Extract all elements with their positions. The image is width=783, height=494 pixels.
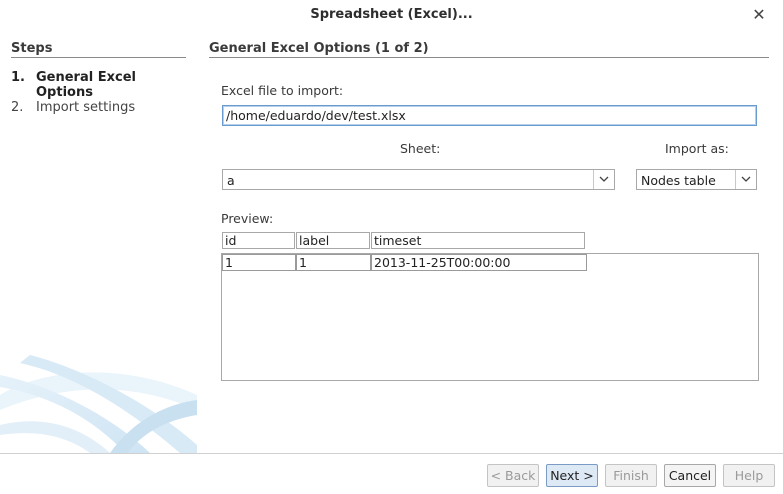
step-label: General Excel Options xyxy=(36,70,136,100)
step-number: 2. xyxy=(11,100,24,115)
preview-label: Preview: xyxy=(221,211,274,226)
table-cell: 1 xyxy=(296,254,371,271)
chevron-down-icon[interactable] xyxy=(593,170,614,189)
step-general-excel-options: 1. General Excel Options xyxy=(11,70,186,100)
sheet-select[interactable]: a xyxy=(222,169,615,190)
help-button[interactable]: Help xyxy=(723,464,775,487)
next-button[interactable]: Next > xyxy=(546,464,598,487)
chevron-down-icon[interactable] xyxy=(735,170,756,189)
panel-title: General Excel Options (1 of 2) xyxy=(209,41,769,58)
table-cell: 2013-11-25T00:00:00 xyxy=(371,254,587,271)
import-as-select[interactable]: Nodes table xyxy=(636,169,757,190)
step-label: Import settings xyxy=(36,100,136,115)
excel-file-input[interactable] xyxy=(222,105,757,126)
preview-table[interactable]: 1 1 2013-11-25T00:00:00 xyxy=(221,253,759,381)
decorative-swoosh-graphic xyxy=(0,355,197,453)
close-icon[interactable]: ✕ xyxy=(750,6,768,24)
sheet-select-value: a xyxy=(227,173,235,188)
title-bar: Spreadsheet (Excel)... ✕ xyxy=(0,0,783,30)
import-as-select-value: Nodes table xyxy=(641,173,716,188)
column-header-timeset[interactable]: timeset xyxy=(371,232,585,249)
steps-panel: Steps 1. General Excel Options 2. Import… xyxy=(11,41,186,115)
step-number: 1. xyxy=(11,70,25,85)
steps-title: Steps xyxy=(11,41,186,58)
column-header-id[interactable]: id xyxy=(222,232,295,249)
import-as-label: Import as: xyxy=(665,141,729,156)
window-title: Spreadsheet (Excel)... xyxy=(310,7,473,22)
cancel-button[interactable]: Cancel xyxy=(664,464,716,487)
finish-button[interactable]: Finish xyxy=(605,464,657,487)
sheet-label: Sheet: xyxy=(400,141,441,156)
file-label: Excel file to import: xyxy=(221,83,344,98)
footer-divider xyxy=(0,453,783,454)
column-header-label[interactable]: label xyxy=(296,232,370,249)
back-button[interactable]: < Back xyxy=(487,464,539,487)
table-cell: 1 xyxy=(222,254,296,271)
step-import-settings: 2. Import settings xyxy=(11,100,186,115)
